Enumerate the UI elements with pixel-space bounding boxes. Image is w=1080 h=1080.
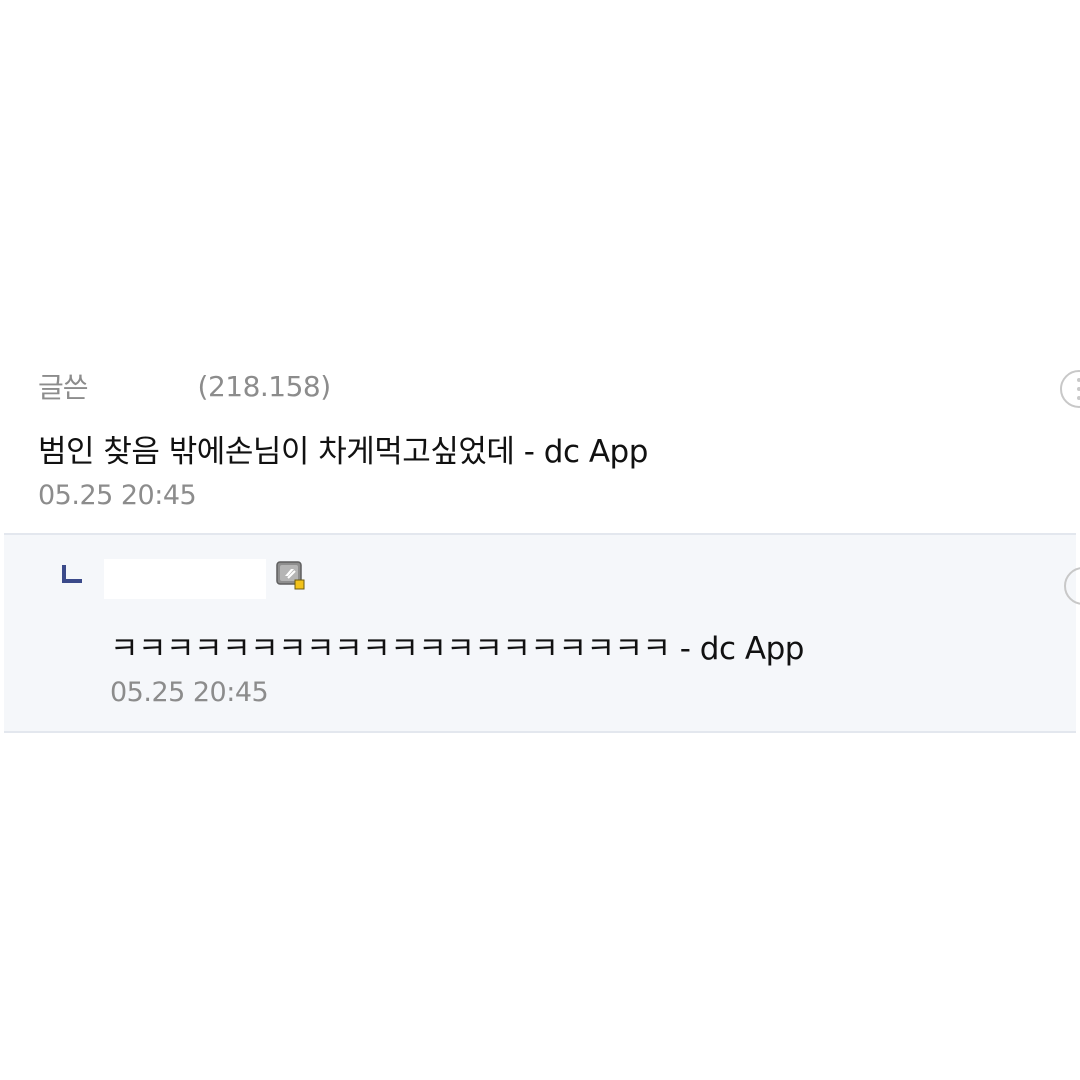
comment-thread: 글쓴 (218.158) 범인 찾음 밖에손님이 차게먹고싶었데 - dc Ap… (0, 0, 1080, 1080)
divider (4, 731, 1076, 733)
comment-text: 범인 찾음 밖에손님이 차게먹고싶었데 - dc App (38, 434, 648, 470)
fixed-nickname-icon (276, 561, 305, 590)
reply-arrow-icon (62, 565, 82, 583)
author-label: 글쓴 (38, 371, 89, 404)
reply-date: 05.25 20:45 (110, 677, 269, 708)
comment-item: 글쓴 (218.158) 범인 찾음 밖에손님이 차게먹고싶었데 - dc Ap… (0, 352, 1080, 534)
comment-date: 05.25 20:45 (38, 480, 197, 511)
comment-author-row: 글쓴 (218.158) (38, 366, 331, 406)
author-name-redacted (87, 369, 198, 403)
more-options-icon[interactable] (1064, 567, 1080, 605)
author-ip: (218.158) (197, 369, 332, 403)
more-options-icon[interactable] (1060, 370, 1080, 408)
reply-item: ㅋㅋㅋㅋㅋㅋㅋㅋㅋㅋㅋㅋㅋㅋㅋㅋㅋㅋㅋㅋ - dc App 05.25 20:4… (4, 535, 1080, 731)
reply-text: ㅋㅋㅋㅋㅋㅋㅋㅋㅋㅋㅋㅋㅋㅋㅋㅋㅋㅋㅋㅋ - dc App (110, 631, 804, 667)
reply-author-redacted (104, 559, 266, 599)
